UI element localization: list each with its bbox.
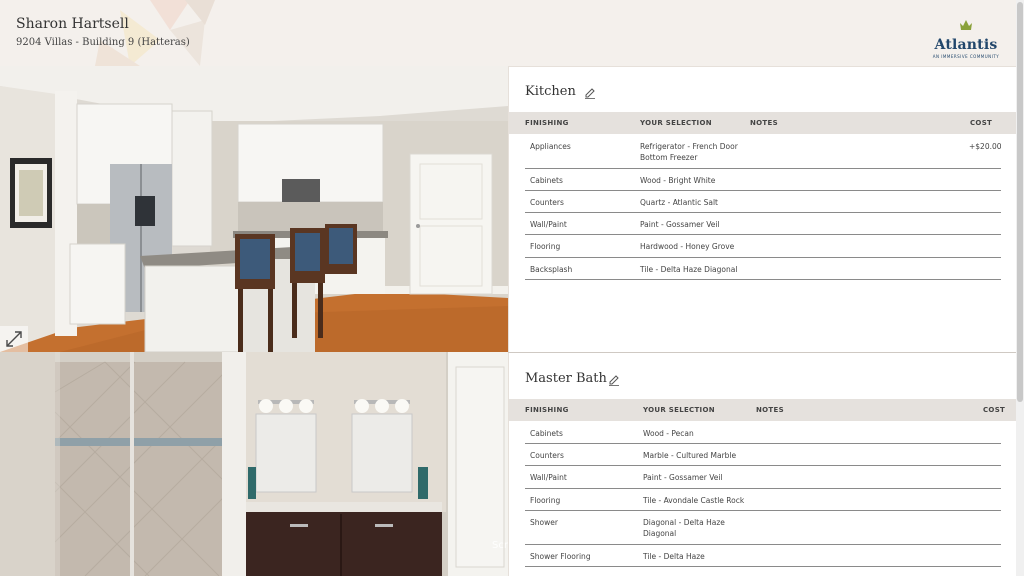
- col-notes: NOTES: [756, 406, 784, 414]
- row-selection: Hardwood - Honey Grove: [640, 242, 735, 251]
- kitchen-title: Kitchen: [525, 84, 576, 99]
- table-row: Flooring Tile - Avondale Castle Rock: [525, 488, 1001, 511]
- row-selection: Paint - Gossamer Veil: [640, 220, 720, 229]
- table-row: Cabinets Wood - Pecan: [525, 421, 1001, 444]
- logo-wordmark: Atlantis: [934, 37, 998, 53]
- col-cost: COST: [970, 119, 993, 127]
- row-selection: Marble - Cultured Marble: [643, 451, 737, 460]
- table-row: Appliances Refrigerator - French Door Bot…: [525, 134, 1002, 169]
- scrollbar-thumb[interactable]: [1017, 2, 1023, 402]
- col-finishing: FINISHING: [525, 406, 569, 414]
- table-row: Backsplash Tile - Delta Haze Diagonal: [525, 257, 1001, 280]
- expand-image-button[interactable]: [0, 326, 28, 352]
- col-finishing: FINISHING: [525, 119, 569, 127]
- table-row: Counters Marble - Cultured Marble: [525, 443, 1001, 466]
- table-row: Shower Flooring Tile - Delta Haze: [525, 544, 1001, 567]
- row-finishing: Backsplash: [530, 265, 573, 274]
- row-finishing: Cabinets: [530, 176, 563, 185]
- col-notes: NOTES: [750, 119, 778, 127]
- table-row: Shower Diagonal - Delta Haze Diagonal: [525, 510, 1001, 545]
- row-finishing: Shower: [530, 518, 558, 527]
- master-bath-table-header: FINISHING YOUR SELECTION NOTES COST: [509, 399, 1017, 421]
- row-finishing: Flooring: [530, 242, 561, 251]
- row-selection: Tile - Avondale Castle Rock: [643, 496, 745, 505]
- row-finishing: Flooring: [530, 496, 561, 505]
- row-selection: Refrigerator - French Door Bottom Freeze…: [640, 142, 738, 162]
- row-finishing: Counters: [530, 198, 564, 207]
- homeowner-name: Sharon Hartsell: [16, 16, 129, 32]
- row-selection: Diagonal - Delta Haze Diagonal: [643, 518, 725, 538]
- col-your-selection: YOUR SELECTION: [643, 406, 715, 414]
- row-selection: Tile - Delta Haze Diagonal: [640, 265, 738, 274]
- atlantis-logo[interactable]: Atlantis AN IMMERSIVE COMMUNITY: [930, 16, 1002, 59]
- table-row: Cabinets Wood - Bright White: [525, 168, 1001, 191]
- pencil-icon[interactable]: [607, 372, 621, 386]
- row-selection: Tile - Delta Haze: [643, 552, 705, 561]
- row-finishing: Counters: [530, 451, 564, 460]
- row-finishing: Wall/Paint: [530, 220, 567, 229]
- row-selection: Wood - Bright White: [640, 176, 716, 185]
- crown-icon: [960, 20, 972, 30]
- master-bath-rendering: [0, 352, 508, 576]
- pencil-icon[interactable]: [583, 85, 597, 99]
- table-row: Wall/Paint Paint - Gossamer Veil: [525, 465, 1001, 489]
- col-cost: COST: [983, 406, 1006, 414]
- table-row: Counters Quartz - Atlantic Salt: [525, 190, 1001, 213]
- property-address: 9204 Villas - Building 9 (Hatteras): [16, 37, 190, 48]
- row-selection: Paint - Gossamer Veil: [643, 473, 723, 482]
- row-selection: Wood - Pecan: [643, 429, 694, 438]
- table-row: Flooring Hardwood - Honey Grove: [525, 234, 1001, 258]
- row-finishing: Appliances: [530, 142, 571, 151]
- row-finishing: Shower Flooring: [530, 552, 591, 561]
- row-finishing: Wall/Paint: [530, 473, 567, 482]
- master-bath-section: Master Bath FINISHING YOUR SELECTION NOT…: [508, 353, 1017, 576]
- master-bath-title: Master Bath: [525, 371, 607, 386]
- page-header: Sharon Hartsell 9204 Villas - Building 9…: [0, 0, 1016, 67]
- page-scrollbar[interactable]: [1016, 0, 1024, 576]
- row-selection: Quartz - Atlantic Salt: [640, 198, 718, 207]
- kitchen-table-header: FINISHING YOUR SELECTION NOTES COST: [509, 112, 1017, 134]
- col-your-selection: YOUR SELECTION: [640, 119, 712, 127]
- row-cost: +$20.00: [969, 142, 1002, 151]
- table-row: Wall/Paint Paint - Gossamer Veil: [525, 212, 1001, 235]
- expand-arrows-icon: [6, 331, 22, 347]
- logo-tagline: AN IMMERSIVE COMMUNITY: [932, 54, 1000, 59]
- kitchen-section: Kitchen FINISHING YOUR SELECTION NOTES C…: [508, 66, 1017, 352]
- header-decorative-triangles: [95, 0, 215, 66]
- row-finishing: Cabinets: [530, 429, 563, 438]
- kitchen-rendering: [0, 66, 508, 352]
